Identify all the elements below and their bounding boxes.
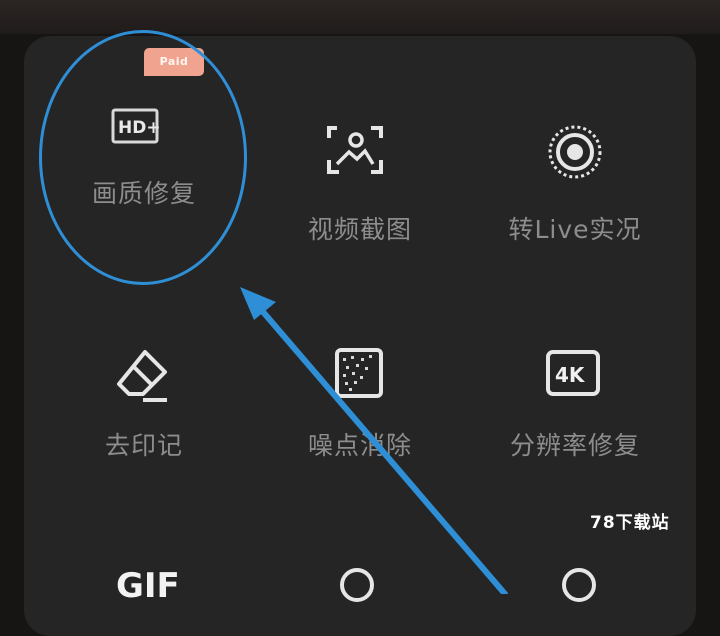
tool-denoise[interactable]: 噪点消除 — [270, 344, 450, 494]
paid-badge: Paid — [144, 48, 204, 76]
tool-resolution-restore[interactable]: 4K 分辨率修复 — [485, 344, 665, 494]
4k-icon: 4K — [540, 344, 610, 414]
tool-label: 噪点消除 — [307, 431, 412, 460]
hd-plus-icon: HD+ — [109, 96, 179, 166]
tool-hd-restore[interactable]: HD+ 画质修复 — [54, 96, 234, 246]
tool-label: 画质修复 — [91, 179, 196, 208]
gif-icon: GIF — [116, 566, 180, 606]
tool-label: 分辨率修复 — [509, 431, 640, 460]
tool-label: 去印记 — [104, 431, 183, 460]
tool-convert-live[interactable]: 转Live实况 — [485, 120, 665, 270]
tool-video-screenshot[interactable]: 视频截图 — [270, 120, 450, 270]
top-bar — [0, 0, 720, 34]
tool-remove-mark[interactable]: 去印记 — [54, 344, 234, 494]
svg-text:4K: 4K — [555, 363, 586, 387]
noise-grid-icon — [325, 344, 395, 414]
eraser-icon — [109, 344, 179, 414]
live-photo-icon — [540, 120, 610, 190]
frame-capture-icon — [325, 120, 395, 190]
watermark: 78下载站 — [590, 513, 670, 533]
tool-label: 视频截图 — [307, 215, 412, 244]
svg-text:HD+: HD+ — [118, 118, 161, 138]
partial-circle-icon — [340, 568, 374, 602]
partial-circle-icon — [562, 568, 596, 602]
tool-label: 转Live实况 — [508, 215, 642, 244]
